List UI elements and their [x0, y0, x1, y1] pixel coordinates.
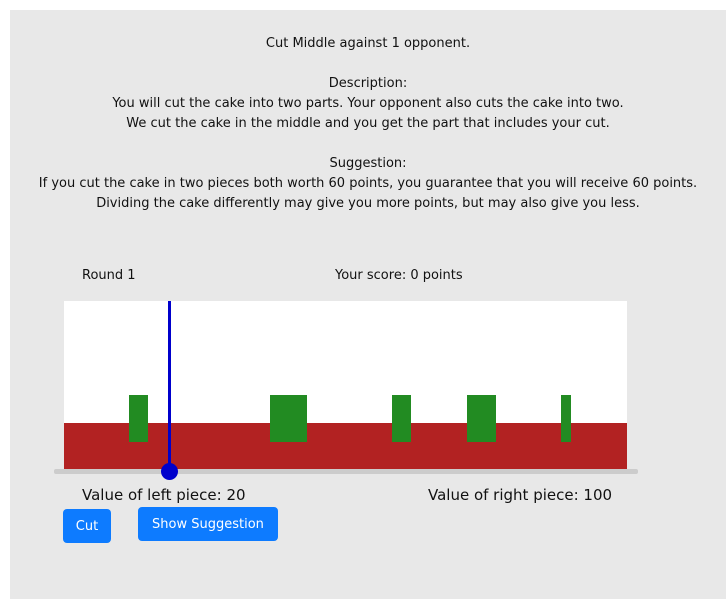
game-title: Cut Middle against 1 opponent.: [265, 36, 471, 51]
instructions: Cut Middle against 1 opponent. Descripti…: [10, 34, 726, 214]
cut-slider-handle[interactable]: [161, 463, 178, 480]
show-suggestion-button[interactable]: Show Suggestion: [138, 507, 278, 541]
round-label: Round 1: [82, 268, 136, 283]
cake-topping: [392, 395, 411, 442]
cake-topping: [467, 395, 496, 442]
cut-button[interactable]: Cut: [63, 509, 111, 543]
suggestion-line: Dividing the cake differently may give y…: [96, 196, 640, 211]
suggestion-line: If you cut the cake in two pieces both w…: [38, 176, 698, 191]
score-label: Your score: 0 points: [335, 268, 463, 283]
cake-canvas[interactable]: [64, 301, 627, 471]
description-heading: Description:: [328, 76, 408, 91]
suggestion-heading: Suggestion:: [329, 156, 407, 171]
left-piece-value: Value of left piece: 20: [82, 486, 246, 504]
cake-topping: [561, 395, 571, 442]
cake-topping: [129, 395, 148, 442]
description-line: You will cut the cake into two parts. Yo…: [112, 96, 624, 111]
cut-line: [168, 301, 171, 471]
right-piece-value: Value of right piece: 100: [428, 486, 613, 504]
cut-slider-track[interactable]: [54, 469, 638, 474]
cake-base: [64, 423, 627, 469]
cake-topping: [270, 395, 307, 442]
description-line: We cut the cake in the middle and you ge…: [126, 116, 610, 131]
